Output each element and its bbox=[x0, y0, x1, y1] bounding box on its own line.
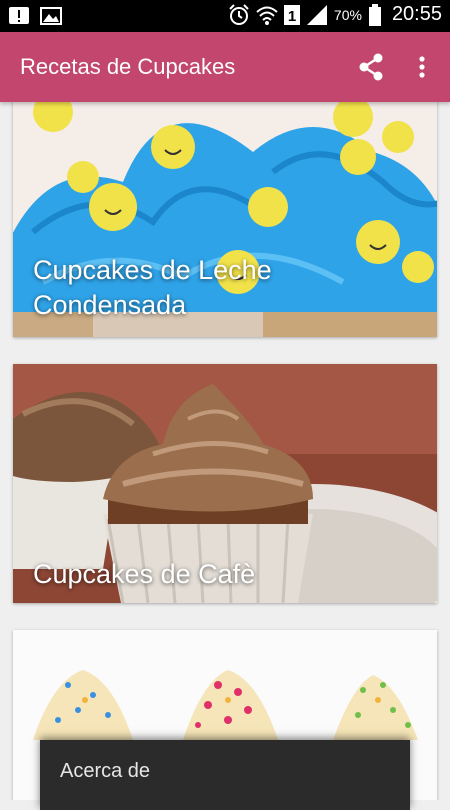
app-title: Recetas de Cupcakes bbox=[20, 54, 236, 79]
alarm-icon bbox=[229, 3, 249, 25]
recipe-title-line-2: Condensada bbox=[33, 290, 187, 320]
recipe-card-leche-condensada[interactable]: Cupcakes de Leche Condensada bbox=[13, 102, 437, 337]
clock: 20:55 bbox=[391, 3, 442, 25]
recipe-title: Cupcakes de Cafè bbox=[33, 559, 256, 589]
recipe-card-cafe[interactable]: Cupcakes de Cafè bbox=[13, 364, 437, 603]
wifi-icon bbox=[256, 6, 278, 25]
app-bar: Recetas de Cupcakes bbox=[0, 32, 450, 102]
sim-icon: 1 bbox=[283, 4, 300, 25]
menu-item-label: Acerca de bbox=[60, 760, 151, 782]
image-icon bbox=[40, 7, 62, 25]
battery-percent: 70% bbox=[333, 6, 362, 23]
battery-icon bbox=[368, 3, 381, 26]
status-bar: 1 70% 20:55 bbox=[0, 0, 450, 32]
recipe-list[interactable]: Cupcakes de Leche Condensada Cupcakes de… bbox=[0, 102, 450, 800]
notification-icon bbox=[9, 7, 29, 24]
share-icon[interactable] bbox=[356, 52, 386, 82]
menu-item-acerca-de[interactable]: Acerca de bbox=[40, 740, 410, 800]
signal-icon bbox=[306, 4, 327, 25]
sim-slot-label: 1 bbox=[288, 8, 296, 25]
more-vert-icon[interactable] bbox=[410, 52, 434, 82]
recipe-title-line-1: Cupcakes de Leche bbox=[33, 255, 272, 285]
